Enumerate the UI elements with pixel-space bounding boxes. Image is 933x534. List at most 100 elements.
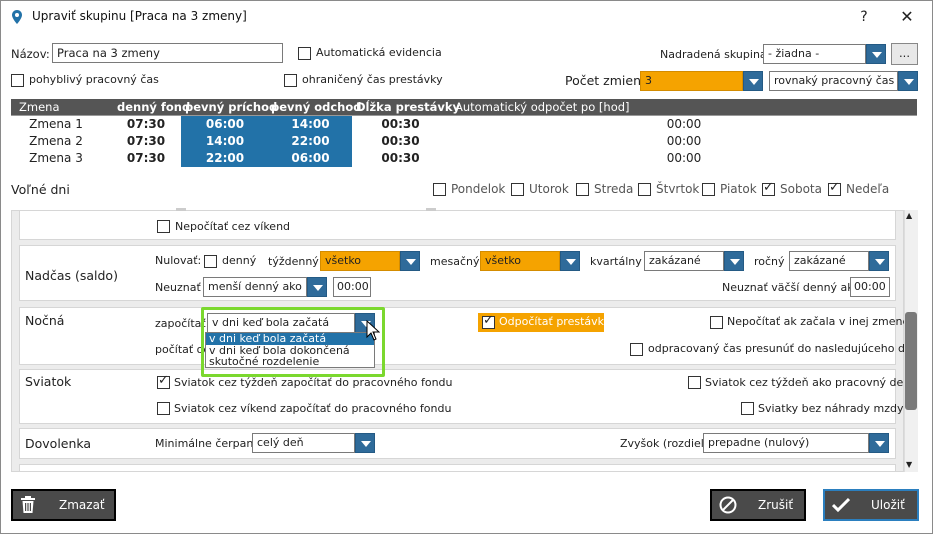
pocet-zmien-select[interactable]: 3 bbox=[640, 71, 743, 91]
day-checkbox-2[interactable] bbox=[576, 183, 589, 196]
day-label-3: Štvrtok bbox=[656, 182, 700, 196]
day-checkbox-4[interactable] bbox=[702, 183, 715, 196]
grid-header: Zmena denný fond pevný príchod pevný odc… bbox=[11, 99, 917, 115]
cut-input-2 bbox=[426, 208, 436, 211]
grid-cell[interactable]: 07:30 bbox=[106, 150, 186, 167]
day-label-6: Nedeľa bbox=[846, 182, 890, 196]
zvysok-label: Zvyšok (rozdiel) bbox=[620, 437, 709, 450]
grid-cell[interactable]: 00:00 bbox=[449, 150, 919, 167]
scroll-down-icon[interactable]: ▼ bbox=[906, 460, 912, 469]
nadradena-dropdown-button[interactable] bbox=[866, 44, 886, 64]
mesacny-select[interactable]: všetko bbox=[480, 251, 560, 271]
next-box bbox=[19, 464, 896, 471]
scroll-up-icon[interactable]: ▲ bbox=[906, 211, 912, 220]
ohraniceny-checkbox[interactable] bbox=[284, 74, 297, 87]
cancel-label: Zrušiť bbox=[758, 498, 794, 512]
nepocitat-vikend-checkbox[interactable] bbox=[157, 220, 170, 233]
grid-cell[interactable]: 22:00 bbox=[181, 150, 269, 167]
mesacny-dropdown-button[interactable] bbox=[560, 251, 580, 271]
tyzdenny-select[interactable]: všetko bbox=[320, 251, 400, 271]
col-zmena[interactable]: Zmena bbox=[19, 99, 60, 115]
nazov-input[interactable]: Praca na 3 zmeny bbox=[52, 43, 283, 63]
rovnaky-cas-select[interactable]: rovnaký pracovný čas bbox=[769, 71, 898, 91]
pocitat-od-label: počítať od bbox=[155, 343, 207, 356]
presunut-label: odpracovaný čas presunúť do nasledujúceh… bbox=[648, 342, 919, 355]
sviatok-tyzden-fond-checkbox[interactable] bbox=[157, 373, 170, 389]
grid-cell[interactable]: 00:00 bbox=[449, 133, 919, 150]
min-cerpanie-dropdown-button[interactable] bbox=[355, 433, 375, 453]
grid-cell[interactable]: 06:00 bbox=[269, 150, 352, 167]
nazov-label: Názov: bbox=[11, 47, 50, 61]
nadradena-select[interactable]: - žiadna - bbox=[763, 44, 866, 64]
nocna-title: Nočná bbox=[25, 313, 65, 328]
presunut-checkbox[interactable] bbox=[630, 343, 643, 356]
close-button[interactable]: ✕ bbox=[893, 6, 921, 28]
tyzdenny-dropdown-button[interactable] bbox=[400, 251, 420, 271]
grid-cell[interactable]: 22:00 bbox=[269, 133, 352, 150]
grid-cell[interactable]: 06:00 bbox=[181, 116, 269, 133]
grid-cell[interactable]: 00:00 bbox=[449, 116, 919, 133]
save-button[interactable]: Uložiť bbox=[823, 489, 919, 521]
grid-cell[interactable]: 07:30 bbox=[106, 133, 186, 150]
day-checkbox-1[interactable] bbox=[511, 183, 524, 196]
grid-cell[interactable]: 14:00 bbox=[181, 133, 269, 150]
sviatky-bez-nahrady-checkbox[interactable] bbox=[741, 402, 754, 415]
help-button[interactable]: ? bbox=[852, 6, 876, 28]
pohyblivy-label: pohyblivý pracovný čas bbox=[29, 73, 159, 86]
day-label-4: Piatok bbox=[720, 182, 757, 196]
cancel-button[interactable]: Zrušiť bbox=[710, 489, 806, 521]
grid-cell[interactable]: Zmena 3 bbox=[11, 150, 101, 167]
neuznat-select[interactable]: menší denný ako bbox=[203, 277, 307, 297]
kvartalny-select[interactable]: zakázané bbox=[644, 251, 724, 271]
col-auto-odpocet[interactable]: Automatický odpočet po [hod] bbox=[455, 99, 630, 115]
auto-evidencia-checkbox[interactable] bbox=[298, 47, 311, 60]
rocny-dropdown-button[interactable] bbox=[869, 251, 889, 271]
highlight-frame bbox=[201, 307, 385, 377]
grid-cell[interactable]: 00:30 bbox=[352, 150, 449, 167]
grid-cell[interactable]: 00:30 bbox=[352, 133, 449, 150]
denny-label: denný bbox=[222, 254, 257, 267]
grid-cell[interactable]: 14:00 bbox=[269, 116, 352, 133]
grid-cell[interactable]: Zmena 2 bbox=[11, 133, 101, 150]
rocny-select[interactable]: zakázané bbox=[789, 251, 869, 271]
rovnaky-cas-dropdown-button[interactable] bbox=[898, 71, 918, 91]
sviatok-tyzden-fond-label: Sviatok cez týždeň započítať do pracovné… bbox=[174, 376, 453, 389]
vikend-box bbox=[19, 211, 896, 240]
neuznat-vacsi-input[interactable]: 00:00 bbox=[850, 277, 890, 297]
neuznat-dropdown-button[interactable] bbox=[307, 277, 327, 297]
neuznat-time-input[interactable]: 00:00 bbox=[333, 277, 371, 297]
day-label-5: Sobota bbox=[780, 182, 822, 196]
kvartalny-dropdown-button[interactable] bbox=[724, 251, 744, 271]
col-pevny-prichod[interactable]: pevný príchod bbox=[185, 99, 277, 115]
delete-button[interactable]: Zmazať bbox=[11, 489, 116, 521]
save-label: Uložiť bbox=[871, 498, 905, 512]
grid-cell[interactable]: Zmena 1 bbox=[11, 116, 101, 133]
min-cerpanie-select[interactable]: celý deň bbox=[252, 433, 355, 453]
day-checkbox-0[interactable] bbox=[433, 183, 446, 196]
nadradena-label: Nadradená skupina: bbox=[660, 48, 771, 61]
col-dlzka-prestavky[interactable]: Dĺžka prestávky bbox=[356, 99, 460, 115]
nulovat-label: Nulovať: bbox=[155, 254, 202, 267]
grid-cell[interactable]: 07:30 bbox=[106, 116, 186, 133]
cut-input bbox=[176, 208, 186, 211]
day-checkbox-5[interactable] bbox=[762, 180, 775, 196]
odpocitat-checkbox[interactable] bbox=[482, 313, 495, 329]
col-pevny-odchod[interactable]: pevný odchod bbox=[271, 99, 361, 115]
day-label-0: Pondelok bbox=[451, 182, 506, 196]
day-checkbox-6[interactable] bbox=[828, 180, 841, 196]
nepocitat-inej-checkbox[interactable] bbox=[710, 316, 723, 329]
sviatok-vikend-fond-checkbox[interactable] bbox=[157, 402, 170, 415]
browse-button[interactable]: ... bbox=[891, 43, 918, 65]
mesacny-label: mesačný bbox=[430, 255, 480, 268]
zvysok-dropdown-button[interactable] bbox=[869, 433, 889, 453]
pohyblivy-checkbox[interactable] bbox=[11, 74, 24, 87]
zapocitat-label: započítať bbox=[155, 317, 206, 330]
day-checkbox-3[interactable] bbox=[638, 183, 651, 196]
scrollbar-thumb[interactable] bbox=[905, 312, 917, 410]
grid-cell[interactable]: 00:30 bbox=[352, 116, 449, 133]
col-denny-fond[interactable]: denný fond bbox=[117, 99, 190, 115]
denny-checkbox[interactable] bbox=[204, 255, 217, 268]
sviatok-pracovny-den-checkbox[interactable] bbox=[688, 376, 701, 389]
zvysok-select[interactable]: prepadne (nulový) bbox=[703, 433, 869, 453]
pocet-zmien-dropdown-button[interactable] bbox=[743, 71, 763, 91]
